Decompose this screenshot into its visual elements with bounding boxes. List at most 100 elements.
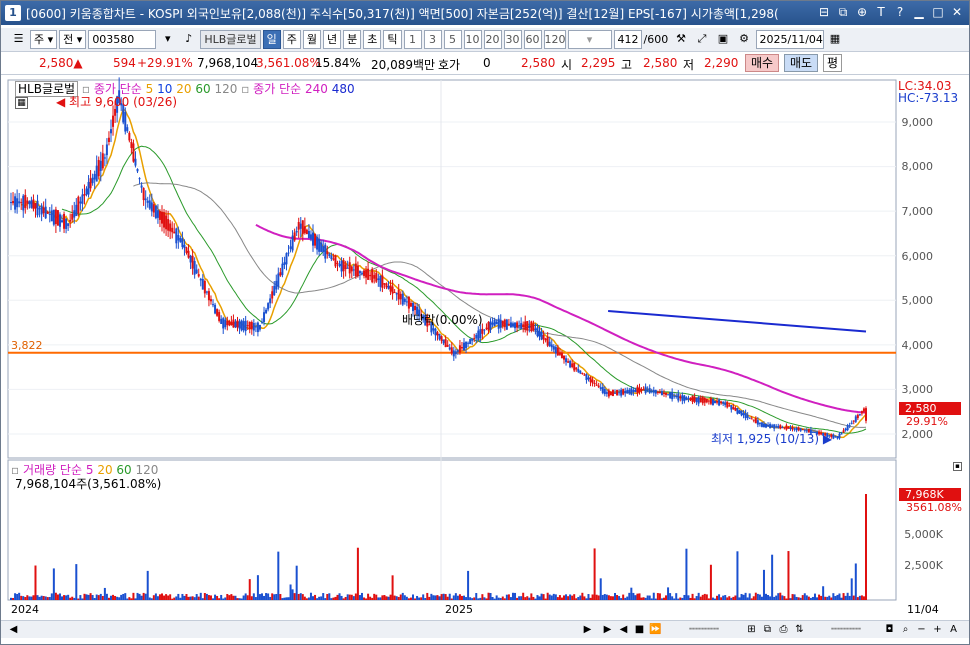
- period-minute[interactable]: 분: [343, 30, 362, 49]
- trend-icon[interactable]: ⤢: [693, 30, 712, 49]
- period-tick[interactable]: 틱: [383, 30, 402, 49]
- close-icon[interactable]: ✕: [949, 4, 965, 21]
- interval-10[interactable]: 10: [463, 30, 482, 49]
- candle-body: [32, 199, 35, 210]
- buy-button[interactable]: 매수: [745, 54, 780, 72]
- minimize-icon[interactable]: ▁: [911, 4, 927, 21]
- volume-bar: [758, 594, 761, 600]
- interval-120[interactable]: 120: [543, 30, 566, 49]
- zoom-out-icon[interactable]: −: [915, 623, 928, 636]
- period-second[interactable]: 초: [363, 30, 382, 49]
- volume-bar: [550, 595, 553, 600]
- volume-bar: [728, 596, 731, 600]
- volume-bar: [93, 598, 96, 600]
- candle-body: [628, 389, 631, 394]
- candle-body: [163, 212, 166, 228]
- toggle-icon[interactable]: ⇅: [793, 623, 806, 636]
- period-year[interactable]: 년: [323, 30, 342, 49]
- zoom-in-icon[interactable]: +: [931, 623, 944, 636]
- period-month[interactable]: 월: [302, 30, 321, 49]
- layout-icon[interactable]: ⊟: [816, 4, 832, 21]
- zoom-search-icon[interactable]: ⌕: [899, 623, 912, 636]
- fast-forward-icon[interactable]: ⏩: [649, 623, 662, 636]
- volume-bar: [363, 597, 366, 600]
- volume-bar: [565, 594, 568, 600]
- volume-bar: [81, 598, 84, 600]
- volume-bar: [783, 596, 786, 600]
- indicator-icon[interactable]: ⚒: [672, 30, 691, 49]
- candle-body: [303, 226, 306, 234]
- interval-60[interactable]: 60: [523, 30, 542, 49]
- capture-icon[interactable]: ⊞: [745, 623, 758, 636]
- pane-maximize-icon[interactable]: ▪: [953, 462, 962, 471]
- font-icon[interactable]: T: [873, 4, 889, 21]
- sound-icon[interactable]: ♪: [179, 30, 198, 49]
- candle-body: [54, 209, 57, 225]
- font-size-icon[interactable]: A: [947, 623, 960, 636]
- period-day[interactable]: 일: [262, 30, 281, 49]
- help-icon[interactable]: ?: [892, 4, 908, 21]
- chart-canvas[interactable]: [1, 76, 969, 620]
- date-input[interactable]: 2025/11/04: [755, 30, 824, 49]
- volume-bar: [281, 598, 284, 600]
- play-back-icon[interactable]: ◀: [617, 623, 630, 636]
- copy-icon[interactable]: ⧉: [761, 623, 774, 636]
- candle-body: [381, 275, 384, 288]
- pin-icon[interactable]: ⊕: [854, 4, 870, 21]
- interval-30[interactable]: 30: [503, 30, 522, 49]
- camera-icon[interactable]: ◘: [883, 623, 896, 636]
- chart-scrollbar[interactable]: ◀ ▶ ▶ ◀ ■ ⏩ ┅┅┅┅┅ ⊞ ⧉ ⎙ ⇅ ┅┅┅┅┅ ◘ ⌕ − + …: [1, 620, 969, 638]
- all-select[interactable]: 전 ▾: [59, 30, 87, 49]
- volume-bar: [716, 595, 719, 600]
- stock-code-input[interactable]: 003580: [88, 30, 157, 49]
- link-icon[interactable]: ⧉: [835, 4, 851, 21]
- candle-body: [395, 293, 398, 295]
- volume-bar: [144, 593, 147, 600]
- volume-bar: [456, 595, 459, 600]
- candle-body: [852, 420, 855, 422]
- print-icon[interactable]: ⎙: [777, 623, 790, 636]
- volume-bar: [530, 593, 533, 600]
- candle-body: [538, 330, 541, 337]
- zoom-slider[interactable]: ┅┅┅┅┅: [811, 623, 881, 636]
- candle-body: [30, 200, 33, 208]
- period-week[interactable]: 주: [282, 30, 301, 49]
- candle-body: [265, 309, 268, 314]
- stop-icon[interactable]: ■: [633, 623, 646, 636]
- volume-bar: [448, 593, 451, 600]
- grid-icon[interactable]: ▦: [15, 97, 28, 109]
- play-icon[interactable]: ▶: [601, 623, 614, 636]
- speed-slider[interactable]: ┅┅┅┅┅: [669, 623, 739, 636]
- scroll-right-icon[interactable]: ▶: [581, 623, 594, 636]
- interval-custom[interactable]: ▾: [567, 30, 612, 49]
- count-input[interactable]: 412: [613, 30, 642, 49]
- scroll-left-icon[interactable]: ◀: [7, 623, 20, 636]
- candle-body: [703, 398, 706, 403]
- search-icon[interactable]: ▾: [158, 30, 177, 49]
- interval-3[interactable]: 3: [423, 30, 442, 49]
- flat-button[interactable]: 평: [823, 54, 843, 72]
- volume-bar: [399, 594, 402, 600]
- candle-body: [363, 270, 366, 276]
- volume-bar: [862, 596, 865, 600]
- sell-button[interactable]: 매도: [784, 54, 819, 72]
- save-icon[interactable]: ▣: [714, 30, 733, 49]
- maximize-icon[interactable]: □: [930, 4, 946, 21]
- volume-bar: [567, 596, 570, 600]
- interval-1[interactable]: 1: [403, 30, 422, 49]
- volume-bar: [193, 597, 196, 600]
- calendar-icon[interactable]: ▦: [826, 30, 845, 49]
- settings-icon[interactable]: ⚙: [735, 30, 754, 49]
- candle-body: [693, 396, 696, 402]
- candle-body: [503, 319, 506, 328]
- menu-icon[interactable]: ☰: [9, 30, 28, 49]
- interval-5[interactable]: 5: [443, 30, 462, 49]
- candle-body: [558, 352, 561, 355]
- candle-body: [662, 392, 665, 394]
- candle-body: [197, 274, 200, 277]
- interval-20[interactable]: 20: [483, 30, 502, 49]
- market-select[interactable]: 주 ▾: [30, 30, 58, 49]
- volume-bar: [126, 598, 129, 600]
- volume-bar: [442, 593, 445, 600]
- candle-body: [91, 177, 94, 184]
